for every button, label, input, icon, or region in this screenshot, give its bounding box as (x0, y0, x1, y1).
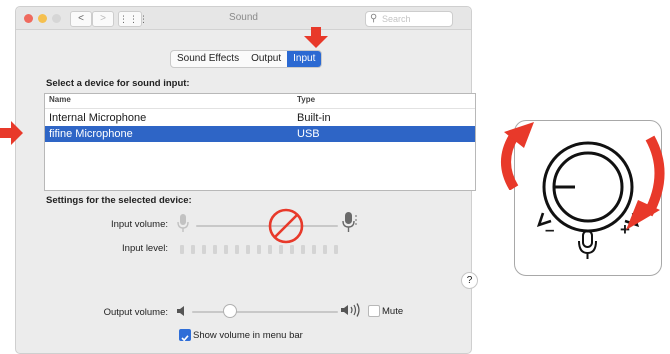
settings-section-label: Settings for the selected device: (46, 195, 192, 206)
output-volume-slider[interactable] (192, 311, 338, 313)
speaker-quiet-icon (177, 306, 184, 316)
curved-arrow-right-icon (626, 135, 665, 230)
table-row-selected[interactable]: fifine Microphone USB (45, 126, 475, 142)
search-placeholder: Search (382, 14, 411, 24)
level-segment (180, 245, 184, 254)
input-device-table[interactable]: Name Type Internal Microphone Built-in f… (44, 93, 476, 191)
level-segment (191, 245, 195, 254)
column-type-header[interactable]: Type (297, 95, 315, 104)
device-type: USB (297, 128, 320, 140)
curved-arrow-left-icon (501, 122, 534, 190)
title-bar: < > ⋮⋮⋮ Sound ⚲ Search (16, 7, 471, 30)
level-segment (213, 245, 217, 254)
help-button[interactable]: ? (461, 272, 478, 289)
show-volume-label: Show volume in menu bar (193, 330, 303, 341)
mute-checkbox[interactable] (368, 305, 380, 317)
level-segment (235, 245, 239, 254)
level-segment (323, 245, 327, 254)
tab-bar: Sound Effects Output Input (170, 50, 323, 68)
arrow-right-icon (0, 121, 23, 145)
minus-label: – (545, 220, 555, 239)
level-segment (257, 245, 261, 254)
speaker-loud-icon (341, 303, 360, 317)
input-volume-label: Input volume: (110, 219, 168, 230)
device-name: Internal Microphone (49, 112, 147, 124)
device-type: Built-in (297, 112, 331, 124)
table-row[interactable]: Internal Microphone Built-in (45, 110, 475, 126)
microphone-icon (578, 230, 597, 259)
level-segment (224, 245, 228, 254)
level-segment (290, 245, 294, 254)
output-volume-knob[interactable] (222, 304, 237, 318)
device-name: fifine Microphone (49, 128, 133, 140)
device-section-label: Select a device for sound input: (46, 78, 190, 89)
level-segment (279, 245, 283, 254)
no-sign-icon (268, 208, 304, 244)
tab-input[interactable]: Input (287, 51, 322, 67)
table-header: Name Type (45, 94, 475, 109)
level-segment (246, 245, 250, 254)
sound-preferences-window: < > ⋮⋮⋮ Sound ⚲ Search Sound Effects Out… (15, 6, 478, 354)
checkmark-icon (181, 335, 189, 342)
level-segment (312, 245, 316, 254)
level-segment (301, 245, 305, 254)
show-volume-checkbox[interactable] (179, 329, 191, 342)
tab-output[interactable]: Output (245, 51, 287, 67)
tab-sound-effects[interactable]: Sound Effects (171, 51, 245, 67)
microphone-icon (177, 214, 189, 232)
input-level-label: Input level: (122, 243, 168, 254)
level-segment (268, 245, 272, 254)
column-name-header[interactable]: Name (49, 95, 71, 104)
arrow-down-icon (304, 27, 328, 48)
microphone-loud-icon (342, 212, 357, 232)
level-segment (202, 245, 206, 254)
output-volume-label: Output volume: (103, 307, 168, 318)
search-icon: ⚲ (370, 13, 378, 24)
level-segment (334, 245, 338, 254)
mute-label: Mute (382, 306, 404, 317)
search-field[interactable]: ⚲ Search (365, 11, 453, 27)
